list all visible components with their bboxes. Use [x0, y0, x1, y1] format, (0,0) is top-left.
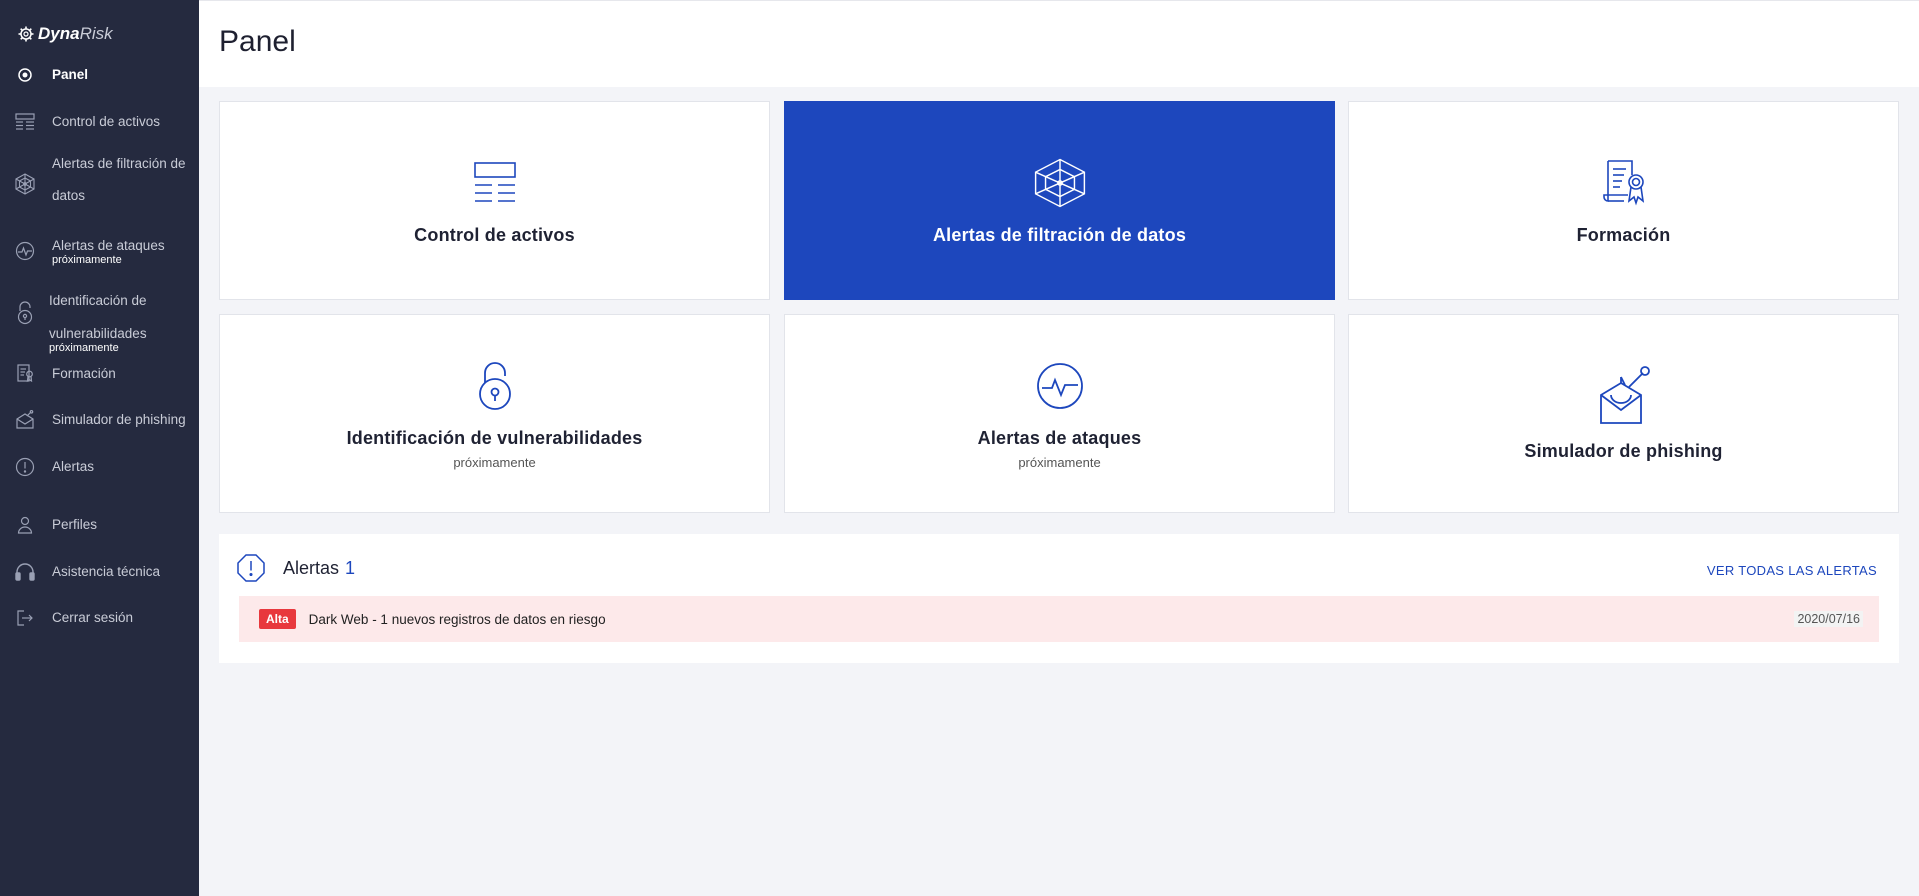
card-control-activos[interactable]: Control de activos: [219, 101, 770, 300]
card-title: Identificación de vulnerabilidades: [346, 427, 643, 448]
sidebar-item-cerrar-sesion[interactable]: Cerrar sesión: [0, 604, 199, 632]
sidebar-item-alertas[interactable]: Alertas: [0, 453, 199, 481]
alert-octagon-icon: [237, 554, 265, 582]
card-alertas-ataques[interactable]: Alertas de ataques próximamente: [784, 314, 1335, 513]
sidebar-item-asistencia-tecnica[interactable]: Asistencia técnica: [0, 558, 199, 586]
sidebar-item-label-wrap: Identificación de vulnerabilidades próxi…: [49, 284, 189, 354]
phishing-icon: [1596, 365, 1652, 427]
sidebar-item-label: Cerrar sesión: [52, 610, 134, 625]
sidebar-item-label: Formación: [52, 366, 116, 381]
alert-row[interactable]: Alta Dark Web - 1 nuevos registros de da…: [239, 596, 1879, 642]
card-title: Alertas de ataques: [977, 427, 1142, 448]
sidebar-item-alertas-filtracion[interactable]: Alertas de filtración de datos: [0, 152, 199, 216]
see-all-alerts-link[interactable]: VER TODAS LAS ALERTAS: [1707, 563, 1877, 578]
sidebar-item-label: Identificación de vulnerabilidades: [49, 293, 147, 341]
web-icon: [1032, 155, 1088, 211]
card-title: Alertas de filtración de datos: [932, 225, 1187, 245]
sidebar-item-label: Alertas: [52, 459, 95, 474]
page-title: Panel: [219, 25, 296, 58]
page-header: Panel: [199, 0, 1919, 87]
headset-icon: [14, 561, 36, 583]
sidebar-item-label: Panel: [52, 67, 89, 82]
certificate-icon: [1596, 155, 1652, 211]
severity-badge: Alta: [259, 609, 296, 629]
card-title: Formación: [1576, 225, 1671, 245]
gear-logo-icon: [18, 26, 34, 42]
lock-icon: [467, 358, 523, 414]
pulse-icon: [14, 240, 36, 262]
sidebar-item-simulador-phishing[interactable]: Simulador de phishing: [0, 406, 199, 434]
coming-soon-label: próximamente: [52, 254, 122, 266]
logo-text-risk: Risk: [79, 24, 113, 43]
coming-soon-label: próximamente: [1018, 454, 1101, 470]
alert-icon: [14, 456, 36, 478]
web-icon: [14, 173, 36, 195]
logout-icon: [14, 607, 36, 629]
sidebar-item-identificacion-vulnerabilidades[interactable]: Identificación de vulnerabilidades próxi…: [0, 282, 199, 354]
coming-soon-label: próximamente: [453, 454, 536, 470]
lock-icon: [14, 301, 36, 325]
sidebar-item-label: Control de activos: [52, 114, 161, 129]
alerts-panel: Alertas 1 VER TODAS LAS ALERTAS Alta Dark…: [219, 534, 1899, 663]
sidebar-item-perfiles[interactable]: Perfiles: [0, 511, 199, 539]
user-icon: [14, 514, 36, 536]
card-simulador-phishing[interactable]: Simulador de phishing: [1348, 314, 1899, 513]
sidebar-item-control-activos[interactable]: Control de activos: [0, 108, 199, 136]
alert-text: Dark Web - 1 nuevos registros de datos e…: [308, 611, 606, 627]
sidebar-item-label: Alertas de ataques: [52, 238, 165, 253]
main-content: Panel Control de activos Alertas de filt…: [199, 0, 1919, 896]
sidebar-item-label: Perfiles: [52, 517, 98, 532]
card-title: Control de activos: [414, 225, 575, 245]
assets-list-icon: [14, 111, 36, 133]
sidebar-item-formacion[interactable]: Formación: [0, 360, 199, 388]
logo-text-dyna: Dyna: [38, 24, 80, 43]
radio-target-icon: [14, 64, 36, 86]
pulse-icon: [1032, 358, 1088, 414]
alerts-title-label: Alertas: [283, 558, 340, 578]
sidebar: Dyna Risk Panel Control de activos Alert…: [0, 0, 199, 896]
card-title: Simulador de phishing: [1524, 441, 1723, 461]
sidebar-item-label: Simulador de phishing: [52, 412, 186, 427]
sidebar-item-label: Alertas de filtración de datos: [52, 156, 186, 203]
dynarisk-logo[interactable]: Dyna Risk: [18, 22, 113, 46]
certificate-icon: [14, 363, 36, 385]
alerts-count: 1: [345, 558, 356, 578]
card-alertas-filtracion[interactable]: Alertas de filtración de datos: [784, 101, 1335, 300]
sidebar-item-label: Asistencia técnica: [52, 564, 161, 579]
card-identificacion-vulnerabilidades[interactable]: Identificación de vulnerabilidades próxi…: [219, 314, 770, 513]
assets-list-icon: [467, 155, 523, 211]
sidebar-item-alertas-ataques[interactable]: Alertas de ataques próximamente: [0, 236, 199, 270]
sidebar-item-label-wrap: Alertas de ataques próximamente: [52, 238, 165, 266]
card-formacion[interactable]: Formación: [1348, 101, 1899, 300]
sidebar-item-panel[interactable]: Panel: [0, 62, 199, 88]
phishing-icon: [14, 409, 36, 431]
alerts-title: Alertas 1: [283, 558, 355, 579]
alert-date: 2020/07/16: [1794, 611, 1863, 627]
